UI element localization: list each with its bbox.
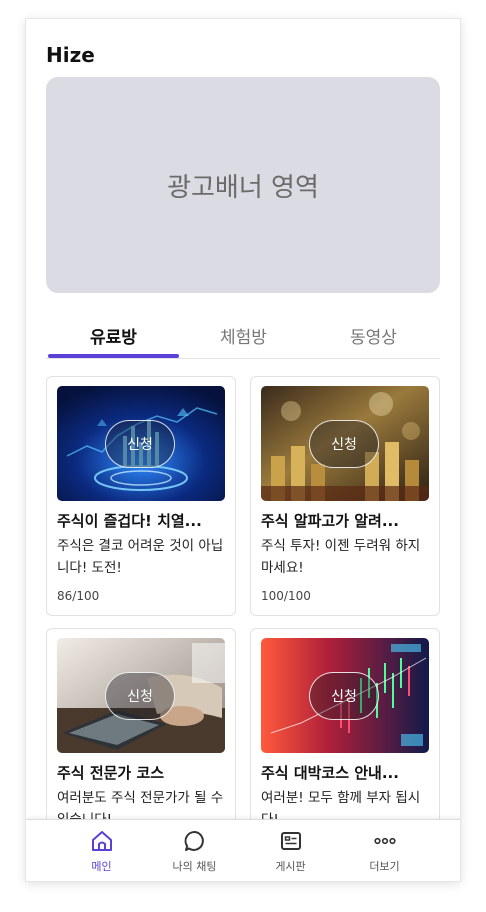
card-thumbnail: 신청 xyxy=(57,638,225,753)
tab-trial-room[interactable]: 체험방 xyxy=(178,323,309,348)
apply-button[interactable]: 신청 xyxy=(309,672,379,720)
bottom-navigation: 메인 나의 채팅 게시판 더보기 xyxy=(26,819,460,881)
nav-board[interactable]: 게시판 xyxy=(236,828,345,874)
tab-active-indicator xyxy=(48,354,179,358)
card-title: 주식 전문가 코스 xyxy=(57,764,165,782)
apply-button[interactable]: 신청 xyxy=(105,420,175,468)
room-card[interactable]: 신청 주식 알파고가 알려... 주식 투자! 이젠 두려워 하지 마세요! 1… xyxy=(250,376,440,616)
tab-bar: 유료방 체험방 동영상 xyxy=(46,319,440,359)
tab-paid-room[interactable]: 유료방 xyxy=(48,323,179,348)
card-title: 주식 알파고가 알려... xyxy=(261,512,399,530)
banner-text: 광고배너 영역 xyxy=(167,172,319,203)
nav-label: 게시판 xyxy=(275,860,306,873)
card-thumbnail: 신청 xyxy=(261,386,429,501)
card-thumbnail: 신청 xyxy=(57,386,225,501)
tab-video[interactable]: 동영상 xyxy=(308,323,439,348)
card-description: 주식은 결코 어려운 것이 아닙니다! 도전! xyxy=(57,538,224,576)
card-title: 주식이 즐겁다! 치열... xyxy=(57,512,202,530)
ad-banner[interactable]: 광고배너 영역 xyxy=(46,77,440,293)
apply-button[interactable]: 신청 xyxy=(105,672,175,720)
card-title: 주식 대박코스 안내... xyxy=(261,764,399,782)
participant-count: 86/100 xyxy=(57,589,100,603)
app-title: Hize xyxy=(46,43,95,67)
app-screen: Hize 광고배너 영역 유료방 체험방 동영상 신청 주식이 즐겁다! 치열.… xyxy=(25,18,461,882)
nav-my-chat[interactable]: 나의 채팅 xyxy=(140,828,249,874)
nav-label: 나의 채팅 xyxy=(172,860,217,873)
nav-label: 더보기 xyxy=(369,860,400,873)
room-card[interactable]: 신청 주식이 즐겁다! 치열... 주식은 결코 어려운 것이 아닙니다! 도전… xyxy=(46,376,236,616)
more-dots-icon xyxy=(330,828,439,854)
card-description: 주식 투자! 이젠 두려워 하지 마세요! xyxy=(261,538,421,576)
apply-button[interactable]: 신청 xyxy=(309,420,379,468)
card-thumbnail: 신청 xyxy=(261,638,429,753)
board-icon xyxy=(236,828,345,854)
participant-count: 100/100 xyxy=(261,589,311,603)
chat-bubble-icon xyxy=(140,828,249,854)
nav-more[interactable]: 더보기 xyxy=(330,828,439,874)
